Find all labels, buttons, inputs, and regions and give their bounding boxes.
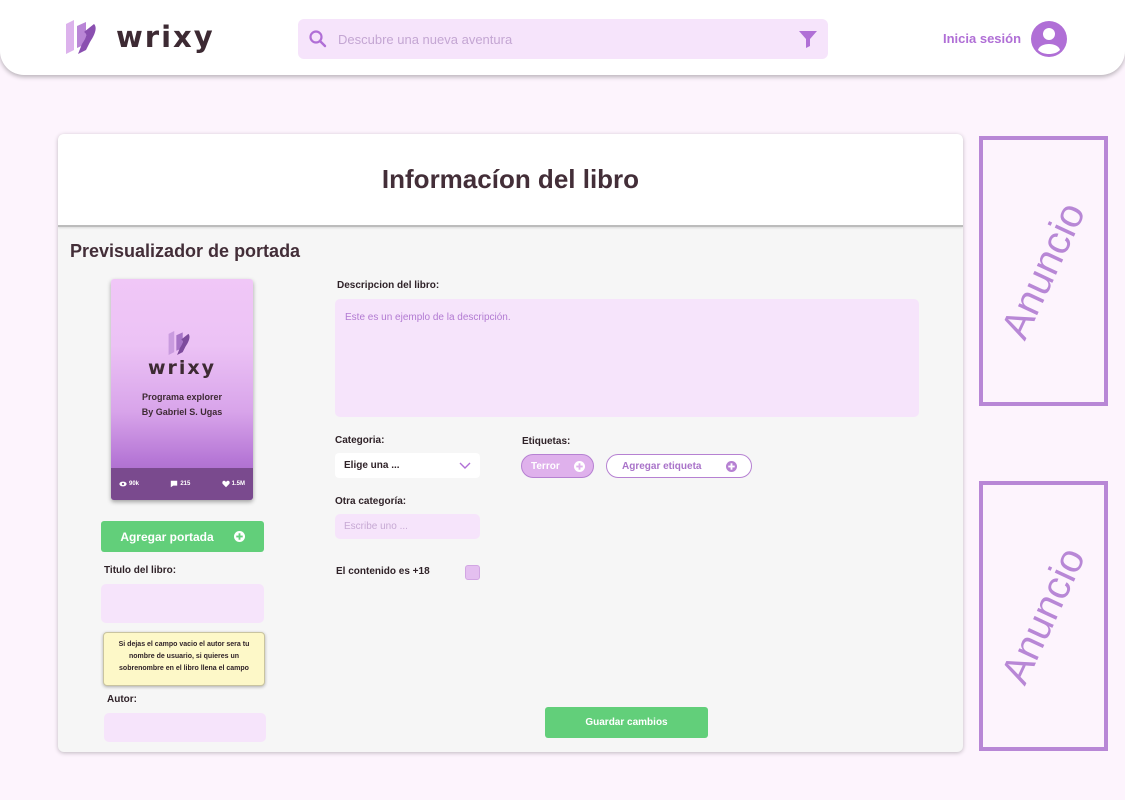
ad-banner-top[interactable]: Anuncio xyxy=(979,136,1108,406)
search-bar xyxy=(298,19,828,59)
description-textarea[interactable] xyxy=(335,299,919,417)
book-title-input[interactable] xyxy=(101,584,264,623)
top-bar: wrixy Inicia sesión xyxy=(0,0,1125,75)
comment-icon xyxy=(171,480,178,488)
card-header: Informacíon del libro xyxy=(58,134,963,227)
category-select[interactable]: Elige una ... xyxy=(335,453,480,478)
book-title-label: Titulo del libro: xyxy=(104,565,177,576)
other-category-input[interactable] xyxy=(335,514,480,539)
eye-icon xyxy=(119,481,127,487)
views-count: 90k xyxy=(129,481,140,487)
cover-stats: 90k 215 1.5M xyxy=(111,468,253,500)
save-changes-button[interactable]: Guardar cambios xyxy=(545,707,708,738)
ad-label: Anuncio xyxy=(992,195,1094,346)
book-info-card: Informacíon del libro Previsualizador de… xyxy=(58,134,963,752)
logo-text: wrixy xyxy=(116,20,215,54)
login-link[interactable]: Inicia sesión xyxy=(943,31,1021,46)
ad-label: Anuncio xyxy=(992,540,1094,691)
logo-icon xyxy=(66,20,96,54)
category-label: Categoria: xyxy=(335,435,385,446)
plus-circle-icon xyxy=(726,461,737,472)
add-tag-button[interactable]: Agregar etiqueta xyxy=(606,454,752,478)
category-selected-value: Elige una ... xyxy=(344,460,400,471)
search-icon[interactable] xyxy=(308,29,328,49)
adult-content-checkbox[interactable] xyxy=(465,565,480,580)
add-tag-label: Agregar etiqueta xyxy=(622,460,702,472)
other-category-label: Otra categoría: xyxy=(335,496,407,507)
app-logo[interactable]: wrixy xyxy=(64,20,215,54)
tags-label: Etiquetas: xyxy=(522,436,571,447)
views-stat: 90k xyxy=(119,480,139,488)
ad-banner-bottom[interactable]: Anuncio xyxy=(979,481,1108,751)
comments-stat: 215 xyxy=(170,480,190,488)
author-input[interactable] xyxy=(104,713,266,742)
cover-book-title: Programa explorer xyxy=(141,392,223,402)
adult-content-label: El contenido es +18 xyxy=(336,566,430,577)
add-cover-label: Agregar portada xyxy=(120,529,214,544)
plus-circle-icon xyxy=(233,531,245,542)
save-changes-label: Guardar cambios xyxy=(585,717,668,728)
cover-preview: wrixy Programa explorer By Gabriel S. Ug… xyxy=(111,279,253,500)
description-label: Descripcion del libro: xyxy=(337,280,440,291)
plus-circle-icon xyxy=(574,461,585,472)
likes-stat: 1.5M xyxy=(221,480,245,488)
add-cover-button[interactable]: Agregar portada xyxy=(101,521,264,552)
comments-count: 215 xyxy=(180,481,191,487)
author-hint-note: Si dejas el campo vacio el autor sera tu… xyxy=(103,632,265,686)
preview-title: Previsualizador de portada xyxy=(70,241,301,261)
chevron-down-icon xyxy=(459,462,471,469)
cover-author: By Gabriel S. Ugas xyxy=(141,407,223,417)
user-avatar-icon[interactable] xyxy=(1031,21,1067,57)
heart-icon xyxy=(221,480,230,488)
author-label: Autor: xyxy=(107,694,137,705)
likes-count: 1.5M xyxy=(231,481,245,487)
page-title: Informacíon del libro xyxy=(381,164,640,194)
tag-chip-terror[interactable]: Terror xyxy=(521,454,594,478)
cover-logo-text: wrixy xyxy=(147,357,217,379)
filter-icon[interactable] xyxy=(798,29,818,49)
cover-logo-icon xyxy=(168,331,190,355)
search-input[interactable] xyxy=(338,27,778,51)
tag-chip-label: Terror xyxy=(531,460,560,472)
